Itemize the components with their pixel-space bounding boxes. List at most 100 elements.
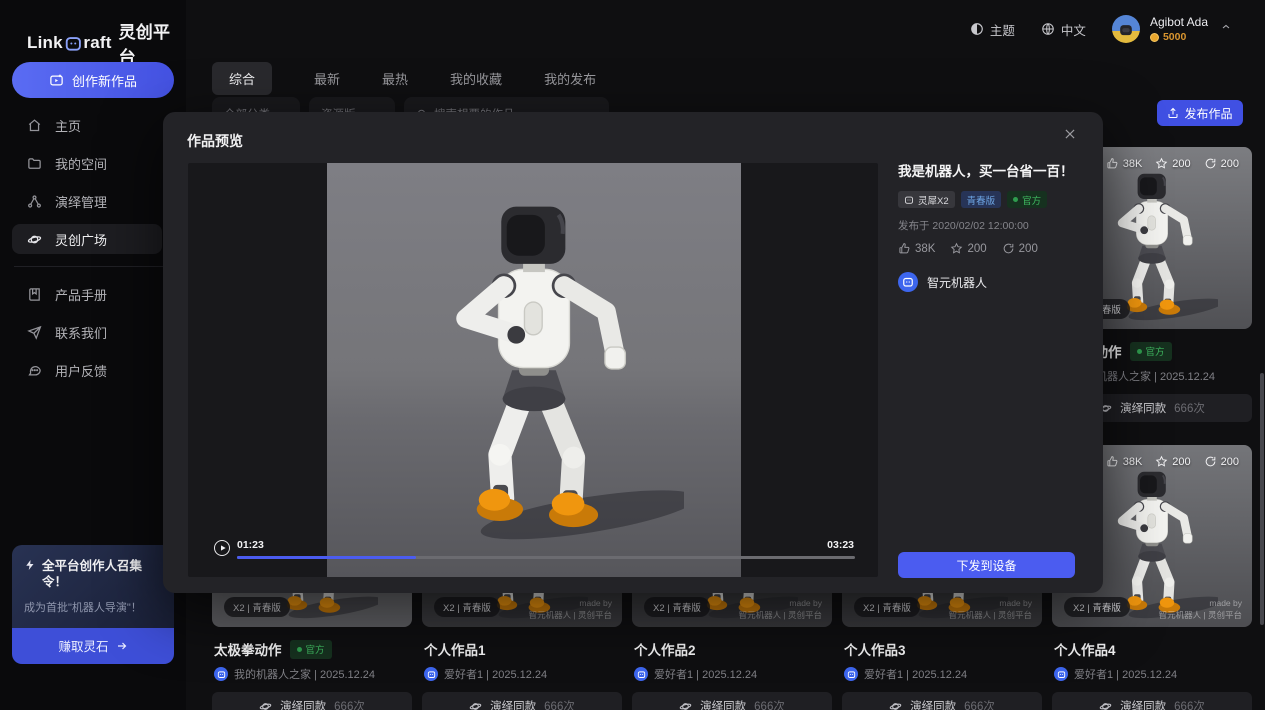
create-work-button[interactable]: 创作新作品: [12, 62, 174, 98]
share-stat[interactable]: 200: [1002, 242, 1038, 255]
language-label: 中文: [1061, 20, 1086, 39]
share-icon: [1204, 157, 1217, 170]
like-stat[interactable]: 38K: [898, 242, 935, 255]
card-author: 爱好者1 | 2025.12.24: [422, 666, 622, 682]
sidebar-divider: [14, 266, 172, 267]
card-author: 我的机器人之家 | 2025.12.24: [212, 666, 412, 682]
coin-balance: 5000: [1163, 31, 1186, 43]
star-stat: 200: [1155, 157, 1190, 170]
theme-toggle[interactable]: 主题: [970, 20, 1015, 39]
current-time: 01:23: [237, 539, 264, 551]
thumbs-up-icon: [898, 242, 911, 255]
book-icon: [27, 287, 42, 302]
scrollbar-thumb[interactable]: [1260, 373, 1264, 625]
tab-我的发布[interactable]: 我的发布: [544, 69, 596, 88]
sidebar-item-演绎管理[interactable]: 演绎管理: [12, 186, 174, 216]
tab-我的收藏[interactable]: 我的收藏: [450, 69, 502, 88]
robot-figure: [384, 193, 684, 553]
work-title: 我是机器人，买一台省一百！: [898, 163, 1078, 181]
card-author: 爱好者1 | 2025.12.24: [1052, 666, 1252, 682]
author-name: 智元机器人: [927, 274, 987, 291]
official-tag: 官方: [1007, 191, 1047, 208]
planet-icon: [259, 700, 272, 710]
video-frame[interactable]: [327, 163, 741, 577]
replay-label: 演绎同款: [1120, 698, 1166, 710]
planet-icon: [889, 700, 902, 710]
total-time: 03:23: [827, 539, 854, 551]
sidebar-item-label: 产品手册: [55, 285, 107, 304]
brand-suffix: raft: [83, 33, 111, 53]
folder-icon: [27, 156, 42, 171]
lightning-icon: [24, 559, 36, 571]
replay-label: 演绎同款: [910, 698, 956, 710]
share-stat: 200: [1204, 157, 1239, 170]
brand-prefix: Link: [27, 33, 63, 53]
thumbs-up-icon: [1106, 157, 1119, 170]
coin-icon: [1150, 33, 1159, 42]
watermark: made by智元机器人 | 灵创平台: [739, 597, 822, 623]
sidebar-item-联系我们[interactable]: 联系我们: [12, 317, 174, 347]
earn-gems-button[interactable]: 赚取灵石: [12, 628, 174, 664]
watermark: made by智元机器人 | 灵创平台: [949, 597, 1032, 623]
planet-icon: [27, 232, 42, 247]
tab-最热[interactable]: 最热: [382, 69, 408, 88]
replay-count: 666次: [1174, 698, 1205, 710]
replay-same-button[interactable]: 演绎同款 666次: [842, 692, 1042, 710]
author-avatar: [844, 667, 858, 681]
model-tag: 灵犀X2: [898, 191, 955, 208]
user-menu[interactable]: Agibot Ada 5000: [1150, 15, 1208, 43]
sidebar-nav: 主页我的空间演绎管理灵创广场产品手册联系我们用户反馈: [12, 110, 174, 393]
promo-headline: 全平台创作人召集令！: [42, 558, 162, 591]
card-title: 个人作品3: [844, 639, 906, 659]
publish-work-label: 发布作品: [1184, 105, 1232, 122]
replay-same-button[interactable]: 演绎同款 666次: [1052, 692, 1252, 710]
sidebar-item-label: 主页: [55, 116, 81, 135]
modal-title: 作品预览: [187, 131, 243, 151]
progress-bar[interactable]: [237, 556, 855, 559]
globe-icon: [1041, 22, 1055, 36]
chevron-up-icon[interactable]: [1220, 20, 1232, 38]
sidebar-item-主页[interactable]: 主页: [12, 110, 174, 140]
sidebar-item-灵创广场[interactable]: 灵创广场: [12, 224, 162, 254]
close-icon[interactable]: [1063, 127, 1077, 141]
like-stat: 38K: [1106, 157, 1143, 170]
brand-logo: Link raft 灵创平台: [27, 18, 186, 68]
replay-same-button[interactable]: 演绎同款666次: [212, 692, 412, 710]
replay-count: 666次: [754, 698, 785, 710]
thumbs-up-icon: [1106, 455, 1119, 468]
replay-same-button[interactable]: 演绎同款 666次: [632, 692, 832, 710]
brand-platform: 灵创平台: [119, 18, 186, 68]
replay-count: 666次: [1174, 400, 1205, 416]
publish-time: 发布于 2020/02/02 12:00:00: [898, 218, 1078, 233]
like-stat: 38K: [1106, 455, 1143, 468]
play-button[interactable]: [214, 540, 230, 556]
replay-same-button[interactable]: 演绎同款666次: [422, 692, 622, 710]
author-row[interactable]: 智元机器人: [898, 272, 1078, 292]
model-badge: X2 | 青春版: [224, 597, 290, 617]
star-stat[interactable]: 200: [950, 242, 986, 255]
tab-最新[interactable]: 最新: [314, 69, 340, 88]
watermark: made by智元机器人 | 灵创平台: [1159, 597, 1242, 623]
tab-综合[interactable]: 综合: [212, 62, 272, 95]
sidebar-item-label: 灵创广场: [55, 230, 107, 249]
model-badge: X2 | 青春版: [434, 597, 500, 617]
replay-label: 演绎同款: [1120, 400, 1166, 416]
progress-fill: [237, 556, 416, 559]
publish-work-button[interactable]: 发布作品: [1157, 100, 1243, 126]
model-badge: X2 | 青春版: [644, 597, 710, 617]
user-avatar[interactable]: [1112, 15, 1140, 43]
language-switcher[interactable]: 中文: [1041, 20, 1086, 39]
send-to-device-button[interactable]: 下发到设备: [898, 552, 1075, 578]
replay-label: 演绎同款: [700, 698, 746, 710]
official-dot-icon: [1137, 349, 1142, 354]
replay-count: 666次: [964, 698, 995, 710]
card-title: 个人作品2: [634, 639, 696, 659]
sidebar-item-用户反馈[interactable]: 用户反馈: [12, 355, 174, 385]
sidebar-item-产品手册[interactable]: 产品手册: [12, 279, 174, 309]
send-to-device-label: 下发到设备: [956, 557, 1016, 574]
creator-promo-card: 全平台创作人召集令！ 成为首批"机器人导演"！ 赚取灵石: [12, 545, 174, 664]
author-avatar: [214, 667, 228, 681]
card-title: 太极拳动作: [214, 639, 282, 659]
sidebar-item-我的空间[interactable]: 我的空间: [12, 148, 174, 178]
app-root: Link raft 灵创平台 创作新作品 主页我的空间演绎管理灵创广场产品手册联…: [0, 0, 1265, 710]
